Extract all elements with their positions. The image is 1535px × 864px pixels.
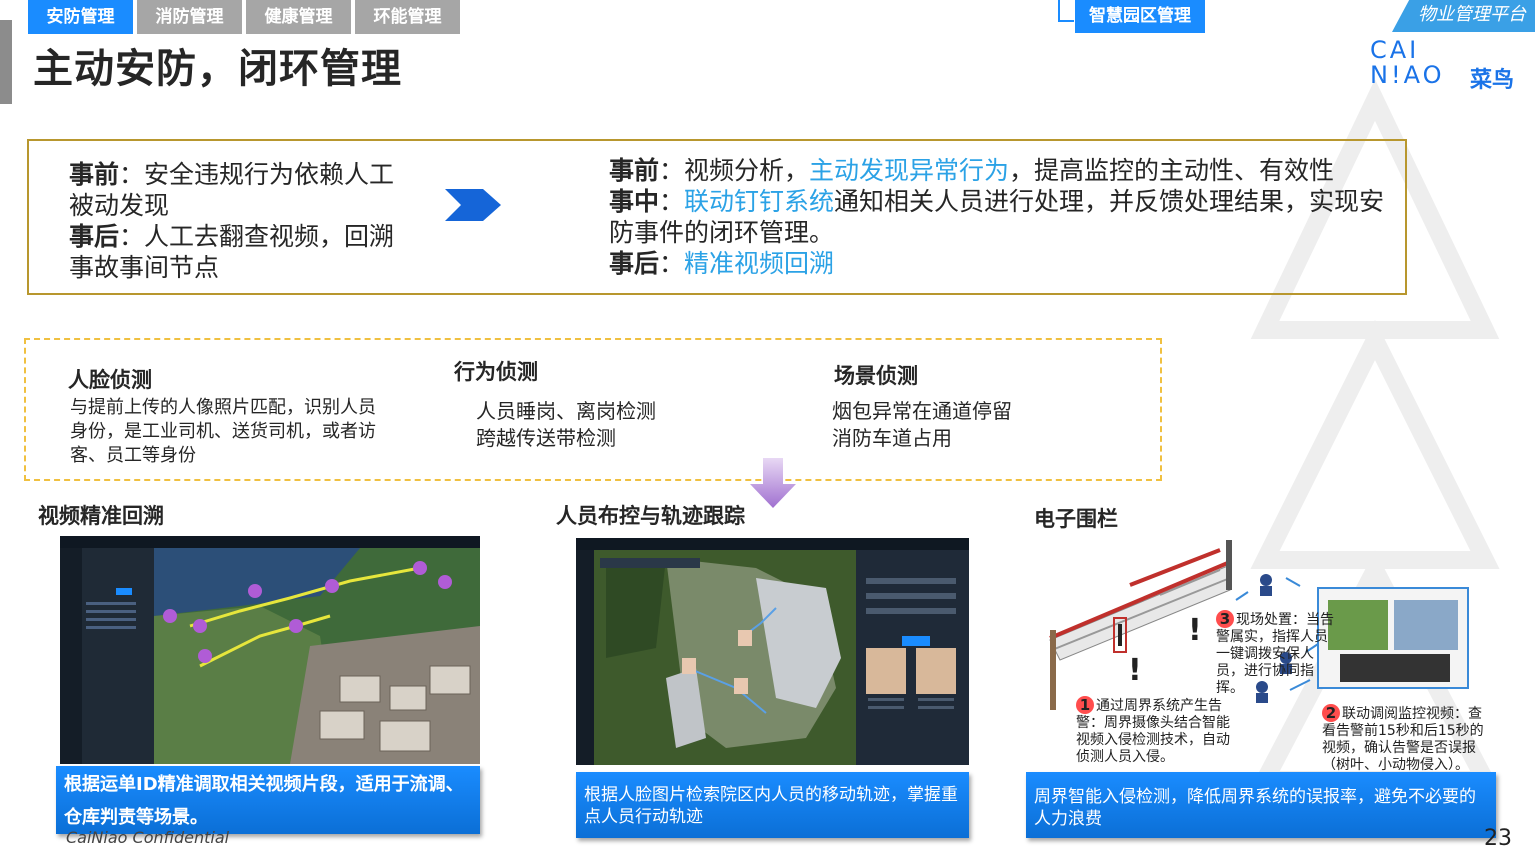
after-label: 事后	[69, 222, 120, 251]
svg-text:!: !	[1188, 613, 1202, 648]
step-1-text: 通过周界系统产生告警：周界摄像头结合智能视频入侵检测技术，自动侦测人员入侵。	[1076, 698, 1230, 765]
tab-fire[interactable]: 消防管理	[137, 0, 242, 34]
r-before-text-a: ：视频分析，	[659, 156, 810, 185]
top-tabs: 安防管理 消防管理 健康管理 环能管理	[28, 0, 460, 34]
track-banner: 根据人脸图片检索院区内人员的移动轨迹，掌握重点人员行动轨迹	[576, 772, 969, 838]
r-after-label: 事后	[609, 249, 660, 278]
comparison-box: 事前：安全违规行为依赖人工被动发现 事后：人工去翻查视频，回溯事故事间节点 事前…	[27, 139, 1407, 295]
r-after-highlight: 精准视频回溯	[684, 249, 835, 278]
step-2-text: 联动调阅监控视频：查看告警前15秒和后15秒的视频，确认告警是否误报（树叶、小动…	[1322, 706, 1484, 773]
fence-step-3: 3 现场处置：当告警属实，指挥人员一键调拨安保人员，进行协同指挥。	[1216, 610, 1336, 697]
before-label: 事前	[69, 160, 120, 189]
logo-cn: 菜鸟	[1470, 68, 1515, 93]
r-during-highlight: 联动钉钉系统	[684, 187, 835, 216]
video-banner-line1: 根据运单ID精准调取相关视频片段，适用于流调、	[64, 774, 464, 795]
video-replay-screenshot	[60, 536, 480, 764]
caption-track: 人员布控与轨迹跟踪	[556, 504, 745, 528]
behavior-detect-line2: 跨越传送带检测	[476, 426, 616, 450]
page-number: 23	[1484, 826, 1512, 851]
tracking-map-image	[576, 538, 969, 765]
scene-detect-line2: 消防车道占用	[832, 426, 952, 450]
step-3-badge: 3	[1216, 610, 1234, 628]
behavior-detect-line1: 人员睡岗、离岗检测	[476, 399, 656, 423]
caption-fence: 电子围栏	[1034, 507, 1118, 531]
step-2-badge: 2	[1322, 704, 1340, 722]
r-before-highlight: 主动发现异常行为	[809, 156, 1010, 185]
step-1-badge: 1	[1076, 696, 1094, 714]
r-after-sep: ：	[659, 249, 685, 278]
caption-video: 视频精准回溯	[38, 504, 164, 528]
map-3d-image	[60, 536, 480, 764]
scene-detect-title: 场景侦测	[834, 364, 918, 388]
chevron-right-icon	[445, 189, 501, 221]
face-detect-body: 与提前上传的人像照片匹配，识别人员身份，是工业司机、送货司机，或者访客、员工等身…	[70, 397, 376, 466]
video-banner: 根据运单ID精准调取相关视频片段，适用于流调、 仓库判责等场景。	[56, 766, 480, 834]
person-tracking-screenshot	[576, 538, 969, 765]
tab-energy[interactable]: 环能管理	[355, 0, 460, 34]
platform-label: 物业管理平台	[1392, 0, 1535, 32]
fence-step-1: 1 通过周界系统产生告警：周界摄像头结合智能视频入侵检测技术，自动侦测人员入侵。	[1076, 696, 1242, 766]
r-during-sep: ：	[659, 187, 685, 216]
arrow-down-icon	[750, 458, 796, 508]
svg-text:!: !	[1128, 653, 1142, 688]
r-before-label: 事前	[609, 156, 660, 185]
r-before-text-b: ，提高监控的主动性、有效性	[1009, 156, 1335, 185]
page-title: 主动安防，闭环管理	[33, 46, 402, 92]
logo-line2: N!AO	[1370, 61, 1445, 89]
before-state: 事前：安全违规行为依赖人工被动发现 事后：人工去翻查视频，回溯事故事间节点	[69, 159, 399, 283]
behavior-detect-title: 行为侦测	[454, 360, 538, 384]
fence-banner: 周界智能入侵检测，降低周界系统的误报率，避免不必要的人力浪费	[1026, 772, 1496, 838]
after-state: 事前：视频分析，主动发现异常行为，提高监控的主动性、有效性 事中：联动钉钉系统通…	[609, 155, 1389, 279]
flag-icon	[1058, 0, 1074, 22]
left-accent-bar	[0, 20, 12, 104]
detection-box: 人脸侦测 与提前上传的人像照片匹配，识别人员身份，是工业司机、送货司机，或者访客…	[24, 338, 1162, 481]
confidential-note: CaiNiao Confidential	[66, 828, 230, 847]
step-3-text: 现场处置：当告警属实，指挥人员一键调拨安保人员，进行协同指挥。	[1216, 612, 1334, 696]
cainiao-logo: CAI N!AO	[1370, 38, 1444, 88]
tab-health[interactable]: 健康管理	[246, 0, 351, 34]
fence-step-2: 2 联动调阅监控视频：查看告警前15秒和后15秒的视频，确认告警是否误报（树叶、小…	[1322, 704, 1492, 774]
zone-tag: 智慧园区管理	[1075, 0, 1205, 33]
logo-line1: CAI	[1370, 36, 1420, 64]
scene-detect-line1: 烟包异常在通道停留	[832, 399, 1012, 423]
tab-security[interactable]: 安防管理	[28, 0, 133, 34]
face-detect-title: 人脸侦测	[68, 368, 152, 392]
r-during-label: 事中	[609, 187, 660, 216]
